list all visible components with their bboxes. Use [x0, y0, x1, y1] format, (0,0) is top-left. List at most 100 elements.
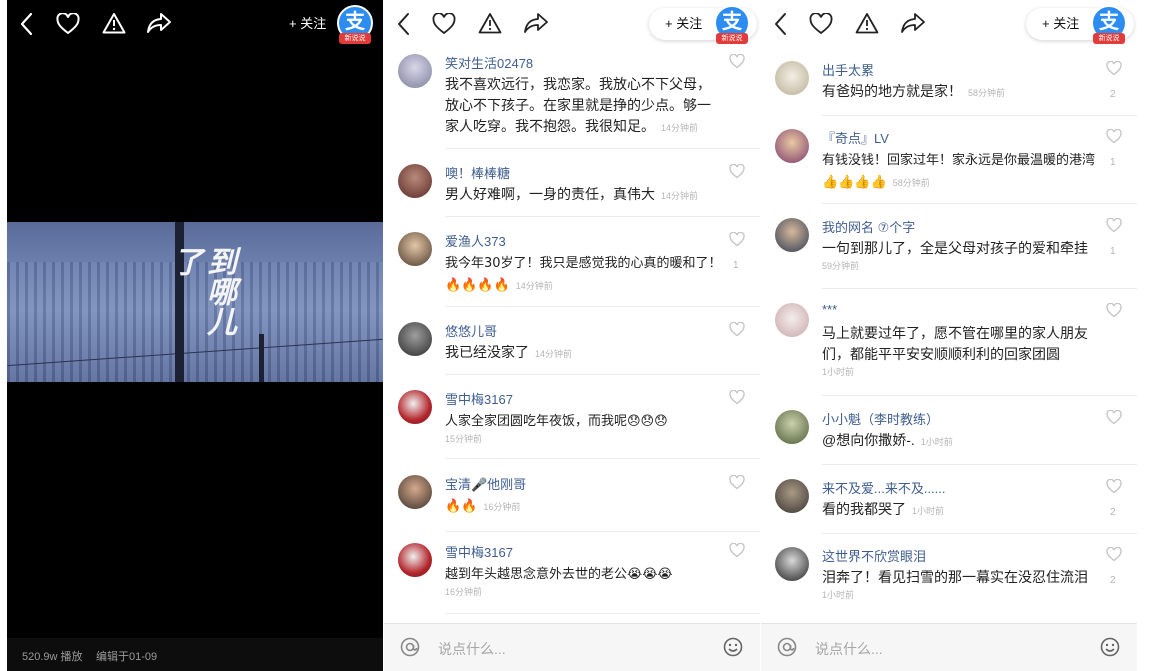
like-heart-icon[interactable] — [729, 475, 745, 490]
avatar[interactable] — [398, 54, 432, 88]
emoji-icon[interactable] — [723, 637, 743, 657]
follow-button[interactable]: + 关注 — [1042, 15, 1079, 33]
avatar[interactable] — [398, 543, 432, 577]
heart-icon[interactable] — [432, 13, 456, 35]
comment-body: 男人好难啊，一身的责任，真伟大 — [445, 186, 655, 202]
comment-username[interactable]: *** — [822, 302, 837, 317]
like-heart-icon[interactable] — [1106, 547, 1122, 562]
share-icon[interactable] — [146, 12, 172, 34]
comment-body: 有钱没钱！回家过年！家永远是你最温暖的港湾👍👍👍👍 — [822, 153, 1096, 190]
comment-input[interactable]: 说点什么... — [815, 639, 883, 659]
comment-divider — [445, 148, 760, 149]
comment-input[interactable]: 说点什么... — [438, 639, 506, 659]
comment-body: @想向你撒娇-. — [822, 432, 915, 448]
like-heart-icon[interactable] — [729, 232, 745, 247]
share-icon[interactable] — [523, 12, 549, 34]
comment-body: 🔥🔥 — [445, 499, 478, 514]
video-footer: 520.9w 播放 编辑于01-09 — [7, 638, 383, 671]
comment-username[interactable]: 出手太累 — [822, 60, 874, 79]
comment-time: 58分钟前 — [968, 88, 1006, 98]
comment-username[interactable]: 雪中梅3167 — [445, 389, 513, 408]
comment-body: 一句到那儿了，全是父母对孩子的爱和牵挂 — [822, 240, 1088, 256]
avatar[interactable] — [398, 475, 432, 509]
follow-button[interactable]: + 关注 — [289, 15, 326, 33]
comment-text: 男人好难啊，一身的责任，真伟大 14分钟前 — [445, 184, 723, 207]
at-icon[interactable] — [400, 637, 420, 657]
comment-list[interactable]: 笑对生活02478 我不喜欢远行，我恋家。我放心不下父母，放心不下孩子。在家里就… — [384, 48, 760, 623]
like-heart-icon[interactable] — [729, 390, 745, 405]
like-heart-icon[interactable] — [729, 54, 745, 69]
comment-username[interactable]: 这世界不欣赏眼泪 — [822, 546, 926, 565]
like-heart-icon[interactable] — [1106, 61, 1122, 76]
warning-icon[interactable] — [855, 12, 879, 34]
avatar[interactable] — [775, 61, 809, 95]
comment-time: 14分钟前 — [535, 349, 573, 359]
like-heart-icon[interactable] — [1106, 303, 1122, 318]
like-heart-icon[interactable] — [1106, 410, 1122, 425]
comment-divider — [445, 216, 760, 217]
comment-text: 我今年30岁了！我只是感觉我的心真的暖和了！🔥🔥🔥🔥 14分钟前 — [445, 252, 723, 297]
comment-input-bar[interactable]: 说点什么... — [384, 623, 760, 671]
comment-username[interactable]: 宝清🎤他刚哥 — [445, 474, 526, 493]
avatar[interactable] — [398, 232, 432, 266]
share-icon[interactable] — [900, 12, 926, 34]
channel-badge[interactable]: 支 新说说 — [337, 5, 373, 44]
avatar[interactable] — [775, 410, 809, 444]
heart-icon[interactable] — [809, 13, 833, 35]
comment-username[interactable]: 『奇点』LV — [822, 128, 889, 147]
comment-username[interactable]: 爱渔人373 — [445, 231, 506, 250]
comment-divider — [822, 533, 1137, 534]
avatar[interactable] — [398, 164, 432, 198]
comment-username[interactable]: 我的网名 ⑦个字 — [822, 217, 915, 236]
comment-text: 人家全家团圆吃年夜饭，而我呢😞😞😞 15分钟前 — [445, 410, 723, 446]
heart-icon[interactable] — [56, 13, 80, 35]
back-icon[interactable] — [773, 12, 787, 36]
comment-username[interactable]: 来不及爱...来不及...... — [822, 478, 946, 497]
comment-body: 泪奔了！看见扫雪的那一幕实在没忍住流泪 — [822, 569, 1088, 585]
video-title: 到哪儿了 — [167, 246, 236, 336]
comment-username[interactable]: 雪中梅3167 — [445, 542, 513, 561]
comment-text: 马上就要过年了，愿不管在哪里的家人朋友们，都能平平安安顺顺利利的回家团圆 1小时前 — [822, 323, 1100, 379]
like-heart-icon[interactable] — [729, 543, 745, 558]
warning-icon[interactable] — [478, 12, 502, 34]
comment-username[interactable]: 噢！棒棒糖 — [445, 163, 510, 182]
comment-time: 14分钟前 — [661, 123, 699, 133]
comment-list[interactable]: 出手太累 有爸妈的地方就是家！ 58分钟前 2 『奇点』LV 有钱没钱！回家过年！… — [761, 48, 1137, 623]
like-heart-icon[interactable] — [1106, 479, 1122, 494]
avatar[interactable] — [775, 129, 809, 163]
comment-body: 有爸妈的地方就是家！ — [822, 83, 962, 99]
comment-input-bar[interactable]: 说点什么... — [761, 623, 1137, 671]
follow-button[interactable]: + 关注 — [665, 15, 702, 33]
like-heart-icon[interactable] — [1106, 218, 1122, 233]
like-heart-icon[interactable] — [729, 164, 745, 179]
warning-icon[interactable] — [102, 12, 126, 34]
comment-time: 59分钟前 — [822, 261, 860, 271]
comment-divider — [445, 374, 760, 375]
comment-text: 泪奔了！看见扫雪的那一幕实在没忍住流泪 1小时前 — [822, 567, 1100, 602]
comment-divider — [822, 203, 1137, 204]
video-player[interactable]: 到哪儿了 — [7, 222, 383, 382]
like-heart-icon[interactable] — [729, 322, 745, 337]
avatar[interactable] — [775, 303, 809, 337]
comment-text: 越到年头越思念意外去世的老公😭😭😭 16分钟前 — [445, 563, 723, 599]
comment-username[interactable]: 小小魁（李时教练） — [822, 409, 939, 428]
avatar[interactable] — [775, 479, 809, 513]
back-icon[interactable] — [19, 12, 33, 36]
comment-body: 我今年30岁了！我只是感觉我的心真的暖和了！🔥🔥🔥🔥 — [445, 256, 722, 293]
channel-badge[interactable]: 支 新说说 — [714, 5, 750, 44]
avatar[interactable] — [775, 547, 809, 581]
comment-username[interactable]: 悠悠儿哥 — [445, 321, 497, 340]
emoji-icon[interactable] — [1100, 637, 1120, 657]
comment-username[interactable]: 笑对生活02478 — [445, 53, 533, 72]
avatar[interactable] — [398, 390, 432, 424]
badge-tag: 新说说 — [339, 33, 371, 44]
comment-time: 16分钟前 — [483, 502, 521, 512]
avatar[interactable] — [775, 218, 809, 252]
channel-badge[interactable]: 支 新说说 — [1091, 5, 1127, 44]
comment-divider — [822, 115, 1137, 116]
comment-divider — [445, 306, 760, 307]
avatar[interactable] — [398, 322, 432, 356]
at-icon[interactable] — [777, 637, 797, 657]
back-icon[interactable] — [396, 12, 410, 36]
like-heart-icon[interactable] — [1106, 129, 1122, 144]
